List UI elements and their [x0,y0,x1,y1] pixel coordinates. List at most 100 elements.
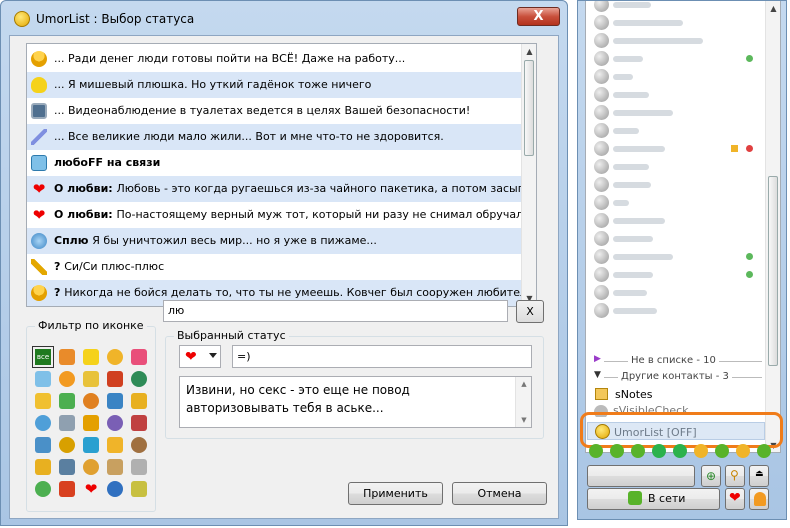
xstatus-button[interactable]: ❤ [725,488,745,510]
filter-status-icon[interactable] [107,349,123,365]
status-row[interactable]: ... Все великие люди мало жили... Вот и … [27,124,523,150]
filter-status-icon[interactable] [131,415,147,431]
eject-button[interactable]: ⏏ [749,465,769,487]
contact-item[interactable] [586,49,766,69]
status-row[interactable]: любоFF на связи [27,150,523,176]
filter-status-icon[interactable] [107,393,123,409]
protocol-status-icon[interactable] [589,444,603,458]
scroll-up-arrow-icon[interactable]: ▲ [766,1,780,16]
filter-status-icon[interactable] [35,437,51,453]
online-status-button[interactable]: В сети [587,488,720,510]
protocol-status-icon[interactable] [631,444,645,458]
contact-item[interactable] [586,121,766,141]
filter-status-icon[interactable] [35,481,51,497]
apply-button[interactable]: Применить [348,482,443,505]
clear-search-button[interactable]: X [516,300,544,323]
search-contacts-field[interactable] [587,465,695,487]
filter-status-icon[interactable] [35,371,51,387]
filter-status-icon[interactable] [131,437,147,453]
status-list-scrollbar[interactable]: ▲ ▼ [521,44,536,306]
filter-status-icon[interactable] [35,459,51,475]
filter-status-icon[interactable] [59,371,75,387]
filter-status-icon[interactable] [83,349,99,365]
protocol-status-icon[interactable] [652,444,666,458]
filter-status-icon[interactable] [131,481,147,497]
title-bar[interactable]: UmorList : Выбор статуса X [1,1,567,35]
filter-status-icon[interactable] [107,415,123,431]
find-contact-button[interactable]: ⊕ [701,465,721,487]
filter-status-icon[interactable] [107,371,123,387]
contact-list[interactable]: ▶ Не в списке - 10 ▼ Другие контакты - 3… [585,1,781,453]
contact-item[interactable] [586,265,766,285]
filter-status-icon[interactable] [59,481,75,497]
filter-status-icon[interactable] [59,349,75,365]
filter-status-icon[interactable] [59,459,75,475]
filter-status-icon[interactable] [59,415,75,431]
scroll-thumb[interactable] [768,176,778,366]
filter-status-icon[interactable] [35,415,51,431]
contact-item[interactable] [586,67,766,87]
contact-item[interactable] [586,211,766,231]
filter-status-icon[interactable] [107,459,123,475]
smile-input[interactable]: =) [232,345,532,368]
filter-status-icon[interactable] [83,437,99,453]
protocol-status-icon[interactable] [736,444,750,458]
search-input[interactable]: лю [163,300,508,322]
contact-item[interactable] [586,13,766,33]
filter-status-icon[interactable] [59,393,75,409]
contact-list-scrollbar[interactable]: ▲ ▼ [765,1,780,452]
cancel-button[interactable]: Отмена [452,482,547,505]
filter-all-icon[interactable]: все [32,346,54,368]
status-icon-select[interactable]: ❤ [179,345,221,368]
filter-status-icon[interactable] [107,437,123,453]
status-list[interactable]: ... Ради денег люди готовы пойти на ВСЁ!… [26,43,537,307]
filter-status-icon[interactable] [83,459,99,475]
status-row[interactable]: ... Видеонаблюдение в туалетах ведется в… [27,98,523,124]
contact-item[interactable] [586,85,766,105]
status-row[interactable]: ❤ О любви: По-настоящему верный муж тот, … [27,202,523,228]
status-row[interactable]: ... Ради денег люди готовы пойти на ВСЁ!… [27,46,523,72]
scroll-down-arrow-icon[interactable]: ▼ [516,413,532,427]
filter-heart-icon[interactable]: ❤ [83,481,99,497]
protocol-status-icon[interactable] [694,444,708,458]
filter-status-icon[interactable] [83,393,99,409]
contact-snotes[interactable]: sNotes [586,385,766,405]
contact-item[interactable] [586,139,766,159]
close-button[interactable]: X [517,7,560,26]
chevron-down-icon [209,353,217,358]
contact-item[interactable] [586,103,766,123]
filter-status-icon[interactable] [131,349,147,365]
filter-status-icon[interactable] [59,437,75,453]
filter-status-icon[interactable] [131,371,147,387]
filter-status-icon[interactable] [131,459,147,475]
contact-item[interactable] [586,229,766,249]
contact-item[interactable] [586,283,766,303]
protocol-status-icon[interactable] [715,444,729,458]
protocol-status-icon[interactable] [673,444,687,458]
status-row[interactable]: Сплю Я бы уничтожил весь мир... но я уже… [27,228,523,254]
filter-status-icon[interactable] [83,371,99,387]
contact-item[interactable] [586,31,766,51]
scroll-thumb[interactable] [524,60,534,156]
protocol-status-icon[interactable] [610,444,624,458]
filter-status-icon[interactable] [131,393,147,409]
status-row[interactable]: ? Си/Си плюс-плюс [27,254,523,280]
status-row-text: ? Никогда не бойся делать то, что ты не … [54,286,523,299]
filter-status-icon[interactable] [107,481,123,497]
main-menu-button[interactable] [749,488,769,510]
filter-status-icon[interactable] [83,415,99,431]
status-row[interactable]: ... Я мишевый плюшка. Но уткий гадёнок т… [27,72,523,98]
contact-item[interactable] [586,301,766,321]
protocol-status-icon[interactable] [757,444,771,458]
status-message-textarea[interactable]: Извини, но секс - это еще не повод автор… [179,376,532,428]
filter-status-icon[interactable] [35,393,51,409]
contact-item[interactable] [586,157,766,177]
contact-item[interactable] [586,247,766,267]
scroll-up-arrow-icon[interactable]: ▲ [522,44,536,59]
contact-item[interactable] [586,175,766,195]
contact-item[interactable] [586,193,766,213]
magnifier-button[interactable]: ⚲ [725,465,745,487]
scroll-up-arrow-icon[interactable]: ▲ [516,377,532,391]
textarea-scrollbar[interactable]: ▲ ▼ [515,377,531,427]
status-row[interactable]: ❤ О любви: Любовь - это когда ругаешься и… [27,176,523,202]
